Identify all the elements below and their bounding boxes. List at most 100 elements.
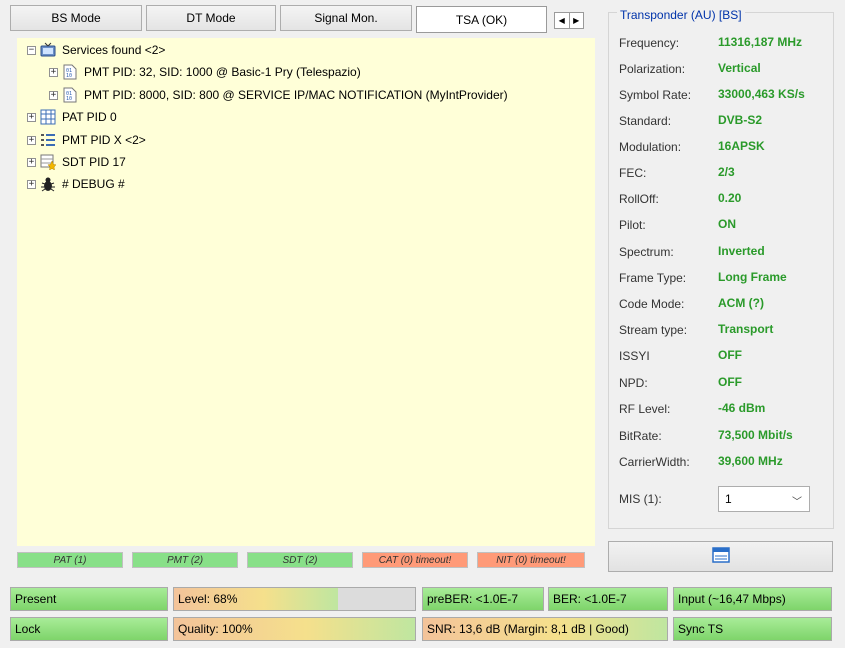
tree-node-service[interactable]: + 01 10 PMT PID: 8000, SID: 800 @ SERVICE… [49,85,508,105]
rolloff-value: 0.20 [718,191,742,205]
cat-status: CAT (0) timeout! [362,552,468,568]
npd-value: OFF [718,375,742,389]
prop-label: ISSYI [619,349,650,363]
stream-type-value: Transport [718,322,774,336]
tree-node-pat[interactable]: + PAT PID 0 [27,107,117,127]
snr-indicator: SNR: 13,6 dB (Margin: 8,1 dB | Good) [422,617,668,641]
tab-bs-mode[interactable]: BS Mode [10,5,142,31]
lock-indicator: Lock [10,617,168,641]
polarization-value: Vertical [718,61,761,75]
nit-status: NIT (0) timeout! [477,552,585,568]
ber-indicator: BER: <1.0E-7 [548,587,668,611]
symbol-rate-value: 33000,463 KS/s [718,87,805,101]
mis-label: MIS (1): [619,492,662,506]
tree-node-label: SDT PID 17 [62,155,126,169]
expand-icon[interactable]: + [27,135,36,145]
prop-label: CarrierWidth: [619,455,690,469]
rf-level-value: -46 dBm [718,401,766,415]
chevron-down-icon: ﹀ [792,497,802,508]
preber-label: preBER: <1.0E-7 [427,592,519,606]
bitrate-value: 73,500 Mbit/s [718,428,793,442]
prop-label: Code Mode: [619,297,685,311]
prop-label: Symbol Rate: [619,88,692,102]
preber-indicator: preBER: <1.0E-7 [422,587,544,611]
prop-label: Modulation: [619,140,682,154]
prop-label: Stream type: [619,323,688,337]
svg-text:10: 10 [66,73,72,79]
level-indicator: Level: 68% [173,587,416,611]
tree-node-debug[interactable]: + # DEBUG # [27,174,125,194]
tab-scroll-buttons[interactable]: ◀ ▶ [554,12,584,29]
pilot-value: ON [718,217,736,231]
prop-label: FEC: [619,166,647,180]
tree-node-label: PMT PID: 32, SID: 1000 @ Basic-1 Pry (Te… [84,65,361,79]
lock-label: Lock [15,622,41,636]
list-icon [40,132,56,148]
tab-tsa[interactable]: TSA (OK) [416,6,547,33]
tree-node-service[interactable]: + 01 10 PMT PID: 32, SID: 1000 @ Basic-1 … [49,62,361,82]
prop-label: RF Level: [619,402,671,416]
table-grid-icon [40,109,56,125]
standard-value: DVB-S2 [718,113,763,127]
mis-select-value: 1 [725,492,732,506]
binary-file-icon: 01 10 [62,87,78,103]
expand-icon[interactable]: + [27,179,36,189]
tree-node-sdt[interactable]: + SDT PID 17 [27,152,126,172]
sdt-status: SDT (2) [247,552,353,568]
tab-dt-mode[interactable]: DT Mode [146,5,276,31]
services-tree[interactable]: − Services found <2> + 01 10 PMT PID: 32,… [17,38,595,546]
sync-label: Sync TS [678,622,724,636]
prop-label: BitRate: [619,429,662,443]
expand-icon[interactable]: + [49,67,58,77]
tree-node-label: PMT PID: 8000, SID: 800 @ SERVICE IP/MAC… [84,88,508,102]
prop-label: Spectrum: [619,245,674,259]
spectrum-value: Inverted [718,244,765,258]
binary-file-icon: 01 10 [62,64,78,80]
expand-icon[interactable]: + [27,112,36,122]
tree-node-label: PMT PID X <2> [62,133,146,147]
transponder-title: Transponder (AU) [BS] [617,8,745,22]
level-label: Level: 68% [178,592,238,606]
prop-label: Pilot: [619,218,646,232]
fec-value: 2/3 [718,165,735,179]
tree-node-services[interactable]: − Services found <2> [27,40,165,60]
bug-icon [40,176,56,192]
tab-signal-mon[interactable]: Signal Mon. [280,5,412,31]
svg-text:10: 10 [66,96,72,102]
quality-label: Quality: 100% [178,622,253,636]
tree-node-label: # DEBUG # [62,177,125,191]
snr-label: SNR: 13,6 dB (Margin: 8,1 dB | Good) [427,622,629,636]
prop-label: NPD: [619,376,648,390]
prop-label: Frequency: [619,36,680,50]
tv-icon [40,42,56,58]
carrier-width-value: 39,600 MHz [718,454,783,468]
tree-node-label: PAT PID 0 [62,110,117,124]
mis-select[interactable]: 1 ﹀ [718,486,810,512]
quality-indicator: Quality: 100% [173,617,416,641]
prop-label: RollOff: [619,192,659,206]
prop-label: Polarization: [619,62,686,76]
input-label: Input (~16,47 Mbps) [678,592,786,606]
expand-icon[interactable]: + [49,90,58,100]
tree-node-label: Services found <2> [62,43,166,57]
code-mode-value: ACM (?) [718,296,764,310]
panel-toggle-button[interactable] [608,541,833,572]
pmt-status: PMT (2) [132,552,238,568]
sync-indicator: Sync TS [673,617,832,641]
present-label: Present [15,592,57,606]
pat-status: PAT (1) [17,552,123,568]
collapse-icon[interactable]: − [27,45,36,55]
star-table-icon [40,154,56,170]
tab-scroll-right-icon[interactable]: ▶ [570,13,584,28]
window-panel-icon [711,547,730,566]
tab-scroll-left-icon[interactable]: ◀ [555,13,570,28]
tree-node-pmt[interactable]: + PMT PID X <2> [27,130,146,150]
present-indicator: Present [10,587,168,611]
frame-type-value: Long Frame [718,270,787,284]
ber-label: BER: <1.0E-7 [553,592,627,606]
expand-icon[interactable]: + [27,157,36,167]
frequency-value: 11316,187 MHz [718,35,803,49]
input-indicator: Input (~16,47 Mbps) [673,587,832,611]
prop-label: Frame Type: [619,271,687,285]
issyi-value: OFF [718,348,742,362]
